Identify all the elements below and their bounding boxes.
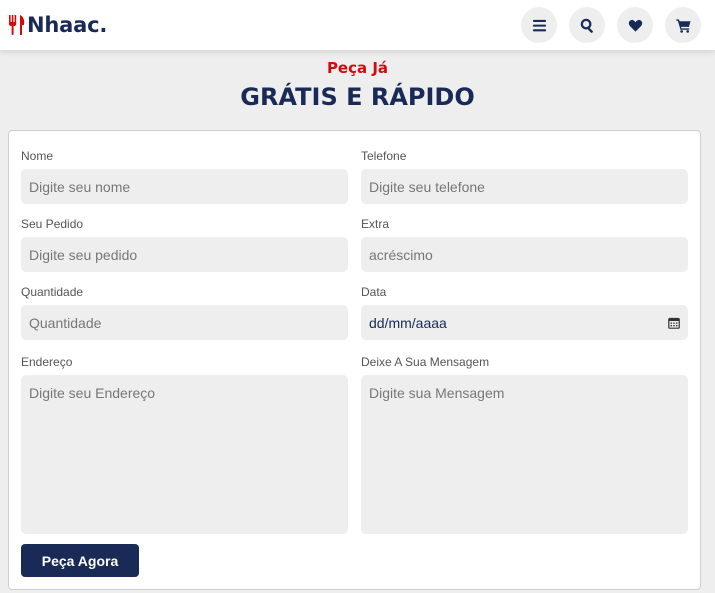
order-heading: Peça Já GRÁTIS E RÁPIDO [0,58,715,112]
phone-input[interactable]: Digite seu telefone [361,169,688,204]
address-textarea[interactable]: Digite seu Endereço [21,375,348,534]
phone-field-group: Telefone Digite seu telefone [361,149,688,204]
date-value: dd/mm/aaaa [369,314,447,331]
date-label: Data [361,285,387,299]
extra-field-group: Extra acréscimo [361,217,688,272]
address-field-group: Endereço Digite seu Endereço [21,355,348,534]
submit-order-button[interactable]: Peça Agora [21,544,139,577]
date-field-group: Data dd/mm/aaaa [361,285,688,340]
message-field-group: Deixe A Sua Mensagem Digite sua Mensagem [361,355,688,534]
phone-label: Telefone [361,149,407,163]
heart-icon [628,19,642,32]
cart-button[interactable] [665,7,701,43]
favorites-button[interactable] [617,7,653,43]
extra-input[interactable]: acréscimo [361,237,688,272]
header-icons [521,7,701,43]
date-input[interactable]: dd/mm/aaaa [361,305,688,340]
name-input[interactable]: Digite seu nome [21,169,348,204]
quantity-input[interactable]: Quantidade [21,305,348,340]
menu-button[interactable] [521,7,557,43]
utensils-icon [9,15,25,35]
address-label: Endereço [21,355,73,369]
calendar-icon[interactable] [668,317,680,329]
sub-heading: Peça Já [326,59,389,77]
logo-text: Nhaac. [27,13,108,37]
order-input[interactable]: Digite seu pedido [21,237,348,272]
search-button[interactable] [569,7,605,43]
message-label: Deixe A Sua Mensagem [361,355,490,369]
name-label: Nome [21,149,54,163]
logo[interactable]: Nhaac. [8,13,107,37]
order-form: Nome Digite seu nome Telefone Digite seu… [8,130,701,590]
menu-icon [532,19,546,31]
header: Nhaac. [0,0,715,50]
message-textarea[interactable]: Digite sua Mensagem [361,375,688,534]
quantity-label: Quantidade [21,285,84,299]
page-title: GRÁTIS E RÁPIDO [240,83,475,111]
extra-label: Extra [361,217,390,231]
order-label: Seu Pedido [21,217,84,231]
quantity-field-group: Quantidade Quantidade [21,285,348,340]
search-icon [580,18,593,33]
order-field-group: Seu Pedido Digite seu pedido [21,217,348,272]
name-field-group: Nome Digite seu nome [21,149,348,204]
cart-icon [675,18,691,33]
